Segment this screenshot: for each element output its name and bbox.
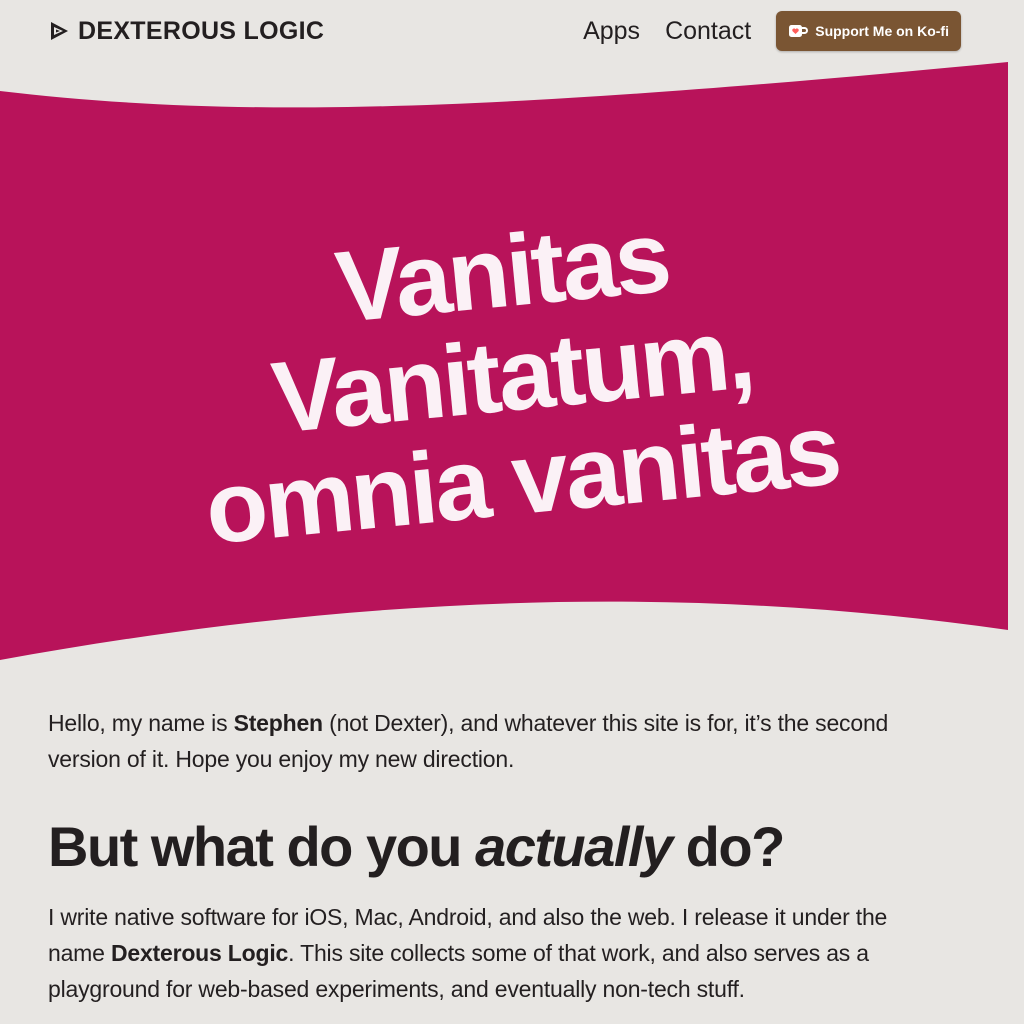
heading-emphasis: actually [475,815,673,878]
intro-paragraph: Hello, my name is Stephen (not Dexter), … [48,705,948,777]
brand-home-link[interactable]: DEXTEROUS LOGIC [48,14,324,48]
nav-contact-link[interactable]: Contact [665,17,751,46]
brand-name: DEXTEROUS LOGIC [78,16,325,45]
section-heading: But what do you actually do? [48,817,948,877]
page: DEXTEROUS LOGIC Apps Contact Support Me … [0,0,1024,1024]
hero-banner: Vanitas Vanitatum, omnia vanitas [0,60,1024,662]
section-paragraph: I write native software for iOS, Mac, An… [48,899,948,1007]
nav-apps-link[interactable]: Apps [583,17,640,46]
kofi-support-label: Support Me on Ko-fi [815,23,949,39]
intro-text-start: Hello, my name is [48,710,234,736]
brand-mention: Dexterous Logic [110,940,289,966]
main-content: Hello, my name is Stephen (not Dexter), … [48,705,948,1007]
heading-text-end: do? [671,815,786,878]
site-header: DEXTEROUS LOGIC Apps Contact Support Me … [0,0,1024,62]
dexterous-logic-logo-icon [51,22,68,40]
kofi-support-button[interactable]: Support Me on Ko-fi [776,11,961,51]
author-name: Stephen [233,710,324,736]
heading-text-start: But what do you [48,815,476,878]
ko-fi-cup-icon [789,25,809,37]
main-nav: Apps Contact Support Me on Ko-fi [583,11,961,51]
